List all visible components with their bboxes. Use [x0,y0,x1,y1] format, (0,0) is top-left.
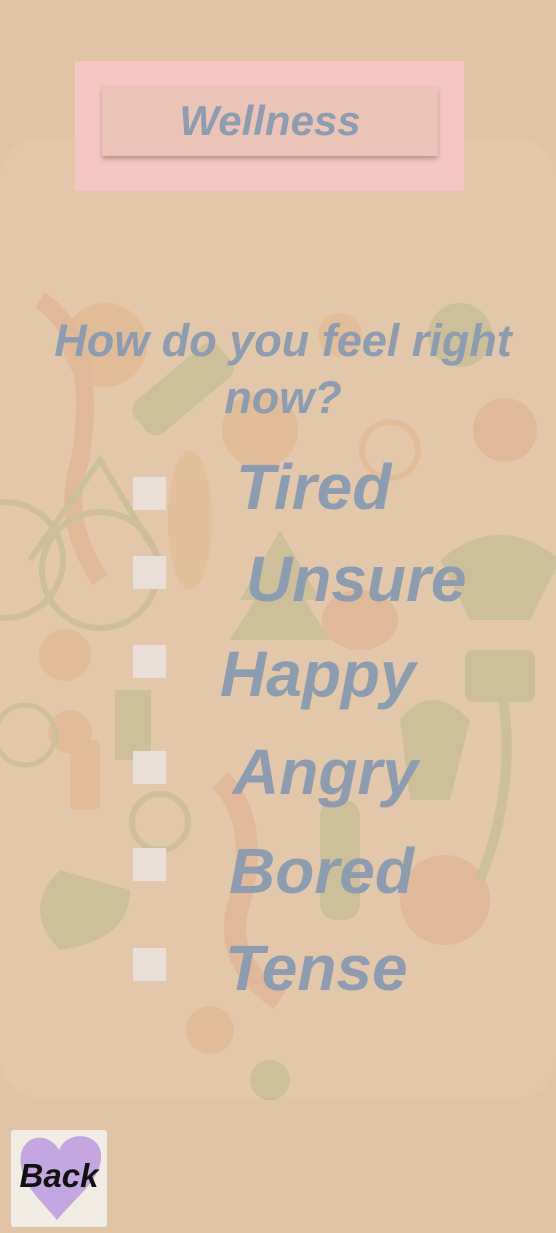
checkbox-happy[interactable] [133,645,166,678]
wellness-title-button[interactable]: Wellness [102,86,438,156]
wellness-title-label: Wellness [179,97,361,144]
back-label: Back [19,1157,99,1194]
option-label-happy[interactable]: Happy [220,639,416,709]
checkbox-bored[interactable] [133,848,166,881]
checkbox-unsure[interactable] [133,556,166,589]
option-label-bored[interactable]: Bored [229,836,414,906]
checkbox-tired[interactable] [133,477,166,510]
option-label-unsure[interactable]: Unsure [246,544,467,614]
option-label-tired[interactable]: Tired [236,452,391,522]
option-label-tense[interactable]: Tense [225,933,408,1003]
question-heading: How do you feel right now? [54,315,512,423]
checkbox-angry[interactable] [133,751,166,784]
back-button[interactable]: Back [11,1130,107,1227]
option-label-angry[interactable]: Angry [233,737,418,807]
checkbox-tense[interactable] [133,948,166,981]
